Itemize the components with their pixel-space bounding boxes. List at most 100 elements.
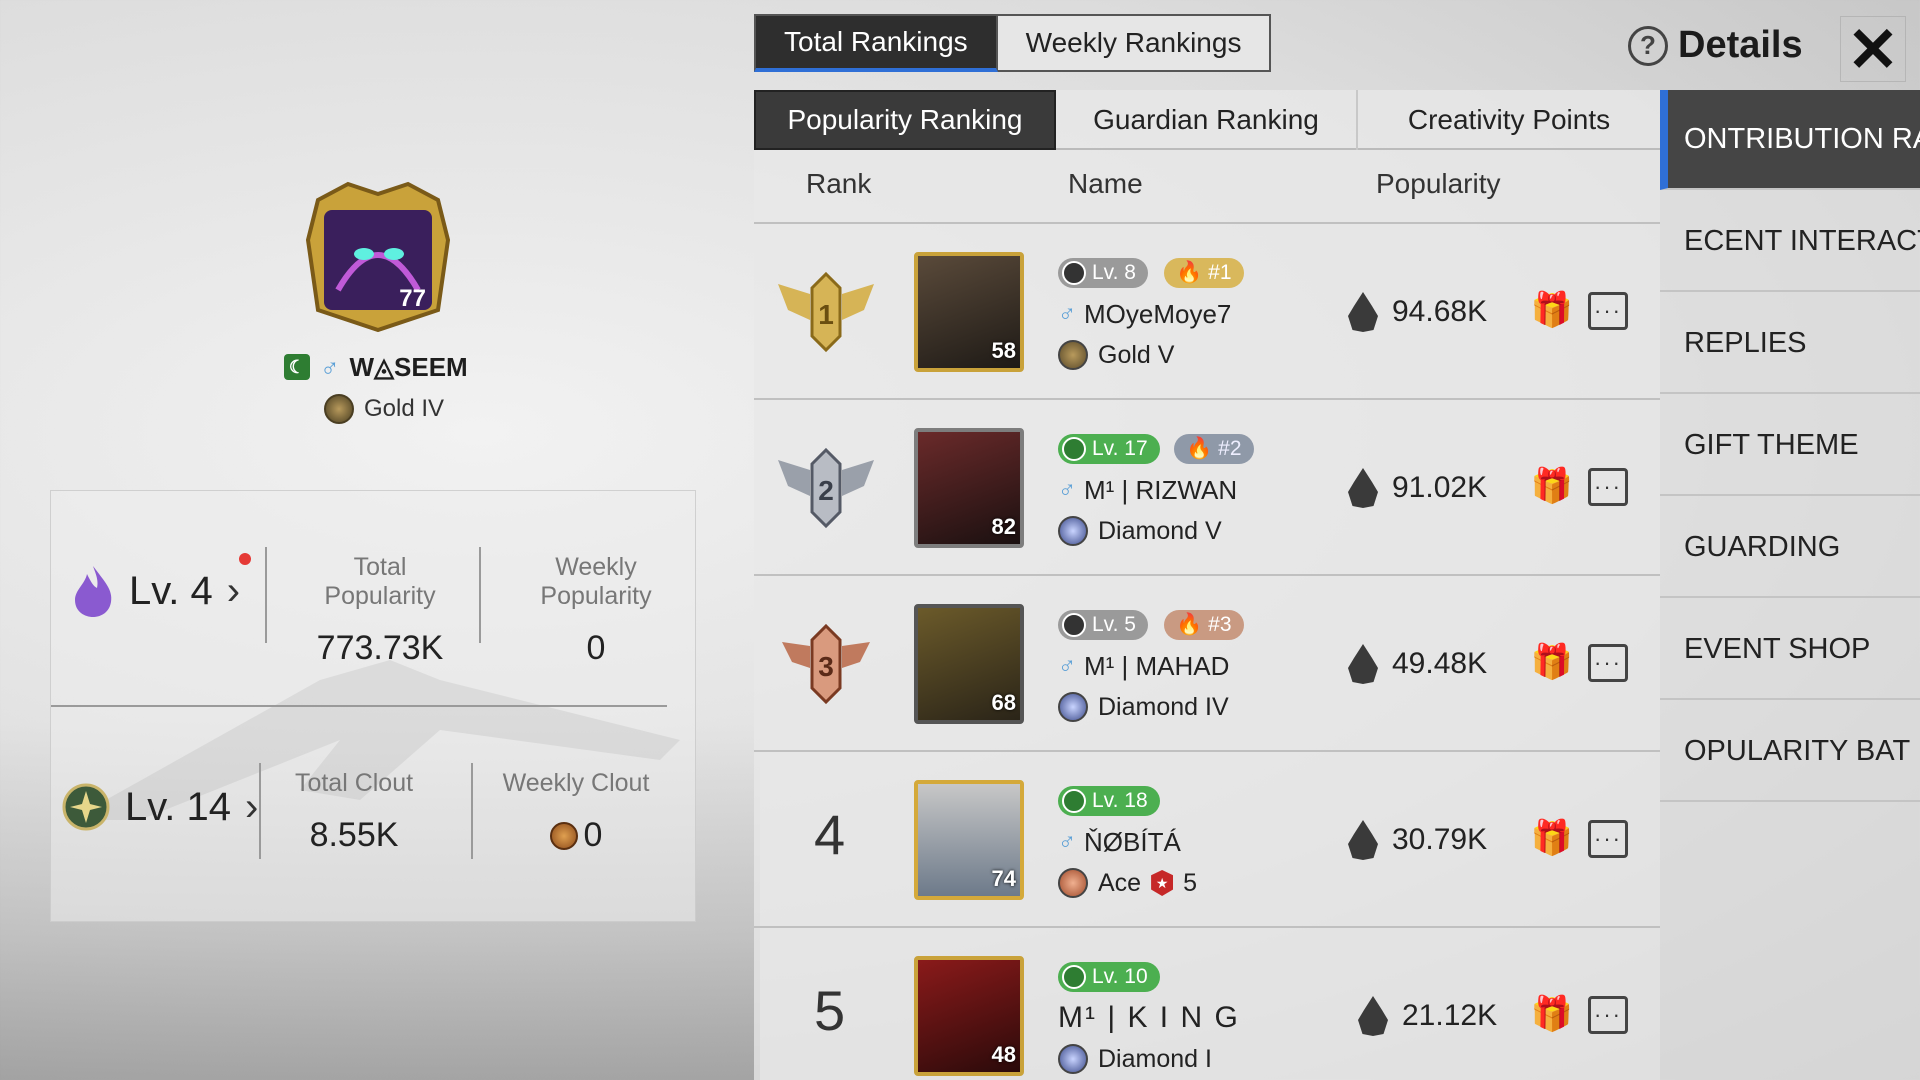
player-name: M¹ | K I N G bbox=[1058, 1001, 1240, 1034]
popularity-value: 91.02K bbox=[1348, 464, 1487, 512]
player-tier: Ace bbox=[1098, 868, 1142, 897]
details-button[interactable]: ? Details bbox=[1628, 24, 1803, 67]
player-tier: Gold V bbox=[1098, 340, 1175, 369]
chat-button[interactable]: ··· bbox=[1588, 468, 1628, 506]
ace-tier-icon bbox=[1058, 868, 1088, 898]
gift-button[interactable]: 🎁 bbox=[1528, 816, 1576, 860]
chat-button[interactable]: ··· bbox=[1588, 292, 1628, 330]
level-badge: Lv. 5 bbox=[1058, 610, 1148, 640]
player-tier: Diamond V bbox=[1098, 516, 1222, 545]
side-item-contribution-rank[interactable]: ONTRIBUTION RANK bbox=[1660, 90, 1920, 190]
player-name-line: M¹ | K I N G bbox=[1058, 1000, 1240, 1036]
side-item-recent-interaction[interactable]: ECENT INTERACTION bbox=[1660, 192, 1920, 292]
close-button[interactable]: ✕ bbox=[1840, 16, 1906, 85]
chat-button[interactable]: ··· bbox=[1588, 996, 1628, 1034]
player-name: M¹ | MAHAD bbox=[1084, 650, 1230, 681]
table-row[interactable]: 5 48 Lv. 10 M¹ | K I N G Diamond I 21.12… bbox=[754, 926, 1660, 1080]
table-row[interactable]: 2 82 Lv. 17 🔥 #2 ♂ M¹ | RIZWAN Diamond V 9… bbox=[754, 398, 1660, 574]
table-row[interactable]: 3 68 Lv. 5 🔥 #3 ♂ M¹ | MAHAD Diamond IV 49… bbox=[754, 574, 1660, 750]
weekly-clout-value: 0 bbox=[583, 816, 603, 854]
clout-level: Lv. 14 bbox=[125, 784, 231, 829]
weekly-clout-value-wrap: 0 bbox=[491, 816, 661, 859]
weekly-popularity-label: Weekly Popularity bbox=[540, 553, 652, 610]
side-item-guarding[interactable]: GUARDING bbox=[1660, 498, 1920, 598]
chevron-right-icon: › bbox=[245, 784, 259, 829]
player-name: W◬SEEM bbox=[349, 351, 468, 382]
player-avatar[interactable]: 82 bbox=[914, 428, 1024, 548]
player-avatar[interactable]: 74 bbox=[914, 780, 1024, 900]
tab-total-rankings[interactable]: Total Rankings bbox=[754, 14, 998, 72]
player-name-line: ♂ M¹ | RIZWAN bbox=[1058, 472, 1237, 508]
level-badge: Lv. 10 bbox=[1058, 962, 1160, 992]
svg-text:3: 3 bbox=[818, 651, 834, 682]
level-icon bbox=[1062, 613, 1086, 637]
player-name-line: ♂ MOyeMoye7 bbox=[1058, 296, 1231, 332]
popularity-value: 94.68K bbox=[1348, 288, 1487, 336]
tab-weekly-rankings[interactable]: Weekly Rankings bbox=[997, 14, 1272, 72]
total-clout-stat: Total Clout 8.55K bbox=[279, 769, 429, 855]
clout-level-button[interactable]: Lv. 14 › bbox=[61, 767, 258, 847]
popularity-level-button[interactable]: Lv. 4 › bbox=[71, 551, 240, 631]
flame-icon: 🔥 bbox=[1176, 613, 1203, 636]
player-tier-line: Gold IV bbox=[324, 392, 444, 426]
tab-creativity-points[interactable]: Creativity Points bbox=[1358, 90, 1660, 150]
table-row[interactable]: 1 58 Lv. 8 🔥 #1 ♂ MOyeMoye7 Gold V 94.68K … bbox=[754, 222, 1660, 398]
level-icon bbox=[1062, 437, 1086, 461]
total-clout-value: 8.55K bbox=[309, 816, 399, 854]
side-item-popularity-battle[interactable]: OPULARITY BAT ⌄ bbox=[1660, 702, 1920, 802]
chat-button[interactable]: ··· bbox=[1588, 820, 1628, 858]
player-avatar[interactable]: 48 bbox=[914, 956, 1024, 1076]
popularity-level: Lv. 4 bbox=[129, 568, 213, 613]
svg-text:1: 1 bbox=[818, 299, 834, 330]
country-flag-icon: ☾ bbox=[284, 354, 310, 380]
flame-icon bbox=[1348, 292, 1378, 332]
profile-panel: 77 ☾ ♂ W◬SEEM Gold IV Lv. 4 › Total Popu… bbox=[0, 0, 760, 1080]
side-menu: ONTRIBUTION RANK ECENT INTERACTION REPLI… bbox=[1660, 90, 1920, 1080]
player-name: M¹ | RIZWAN bbox=[1084, 474, 1238, 505]
gift-button[interactable]: 🎁 bbox=[1528, 288, 1576, 332]
diamond-tier-icon bbox=[1058, 1044, 1088, 1074]
player-avatar[interactable]: 58 bbox=[914, 252, 1024, 372]
tab-popularity-ranking[interactable]: Popularity Ranking bbox=[754, 90, 1056, 150]
column-header-name: Name bbox=[1068, 168, 1143, 199]
popularity-stats-row: Lv. 4 › Total Popularity 773.73K Weekly … bbox=[51, 491, 697, 691]
level-badge: Lv. 18 bbox=[1058, 786, 1160, 816]
player-avatar[interactable]: 68 bbox=[914, 604, 1024, 724]
close-icon: ✕ bbox=[1847, 15, 1899, 85]
weekly-popularity-stat: Weekly Popularity 0 bbox=[501, 553, 691, 668]
gift-button[interactable]: 🎁 bbox=[1528, 640, 1576, 684]
side-item-label: OPULARITY BAT bbox=[1684, 734, 1911, 767]
side-item-replies[interactable]: REPLIES bbox=[1660, 294, 1920, 394]
player-name-line: ♂ ŇØBÍTÁ bbox=[1058, 824, 1181, 860]
weekly-clout-stat: Weekly Clout 0 bbox=[491, 769, 661, 859]
divider bbox=[479, 547, 481, 643]
silver-rank-2-emblem: 2 bbox=[778, 447, 874, 529]
total-clout-label: Total Clout bbox=[294, 769, 414, 797]
level-badge: Lv. 8 bbox=[1058, 258, 1148, 288]
ace-star-icon: ★ bbox=[1151, 870, 1174, 896]
chat-button[interactable]: ··· bbox=[1588, 644, 1628, 682]
total-popularity-label: Total Popularity bbox=[324, 553, 436, 610]
help-icon: ? bbox=[1628, 25, 1668, 66]
player-name: MOyeMoye7 bbox=[1084, 298, 1232, 329]
tab-guardian-ranking[interactable]: Guardian Ranking bbox=[1056, 90, 1358, 150]
player-avatar-frame[interactable]: 77 bbox=[298, 180, 458, 332]
ranking-type-tabs: Popularity Ranking Guardian Ranking Crea… bbox=[754, 90, 1660, 150]
divider bbox=[265, 547, 267, 643]
gift-button[interactable]: 🎁 bbox=[1528, 992, 1576, 1036]
male-gender-icon: ♂ bbox=[1058, 476, 1076, 503]
flame-icon bbox=[1348, 820, 1378, 860]
side-item-gift-theme[interactable]: GIFT THEME bbox=[1660, 396, 1920, 496]
flame-icon bbox=[1348, 644, 1378, 684]
gift-button[interactable]: 🎁 bbox=[1528, 464, 1576, 508]
chevron-right-icon: › bbox=[226, 568, 241, 613]
player-tier: Diamond I bbox=[1098, 1044, 1212, 1073]
total-popularity-stat: Total Popularity 773.73K bbox=[295, 553, 465, 668]
divider bbox=[259, 763, 261, 859]
level-badge: Lv. 17 bbox=[1058, 434, 1160, 464]
column-header-rank: Rank bbox=[806, 168, 872, 199]
top-rank-badge: 🔥 #3 bbox=[1164, 610, 1244, 640]
stats-card: Lv. 4 › Total Popularity 773.73K Weekly … bbox=[50, 490, 696, 922]
side-item-event-shop[interactable]: EVENT SHOP bbox=[1660, 600, 1920, 700]
table-row[interactable]: 4 74 Lv. 18 ♂ ŇØBÍTÁ Ace ★ 5 30.79K 🎁 ··· bbox=[754, 750, 1660, 926]
